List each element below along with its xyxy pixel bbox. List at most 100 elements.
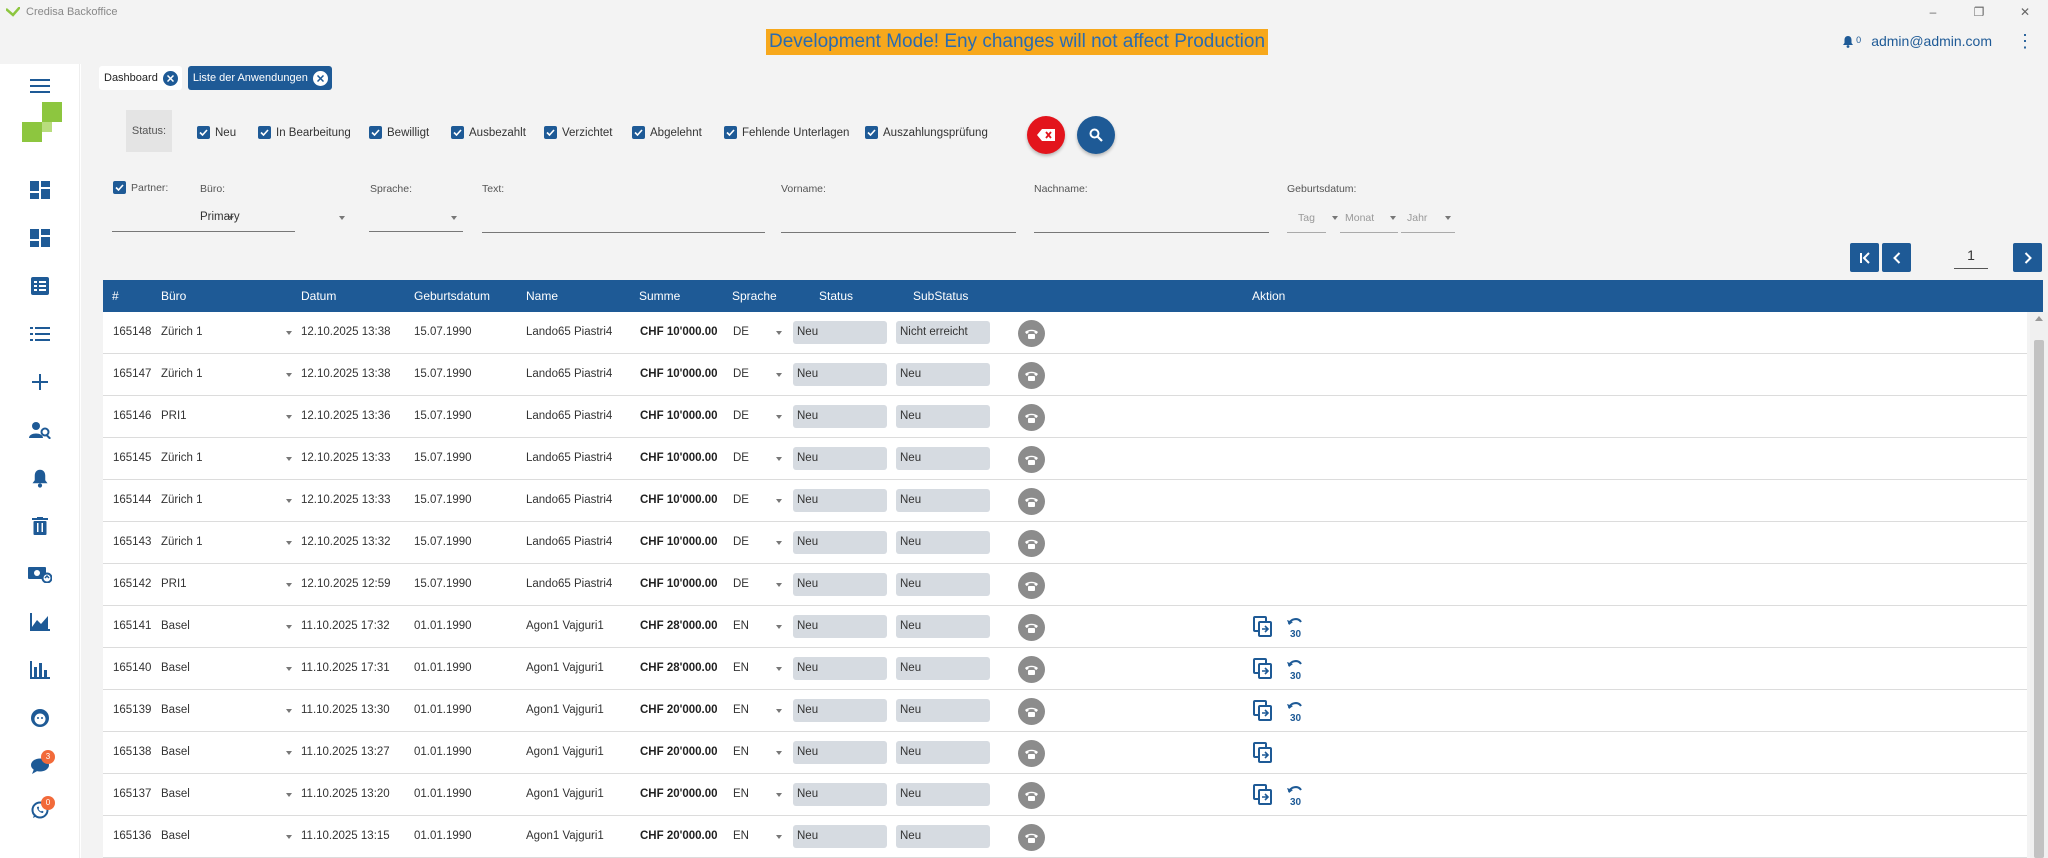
user-account-link[interactable]: admin@admin.com [1871,33,1992,49]
buero-dropdown-caret-icon[interactable] [339,216,345,220]
status-checkbox-auszahlungspruefung[interactable]: Auszahlungsprüfung [865,126,988,139]
status-select[interactable]: Neu [793,657,887,680]
restore-button[interactable]: ❐ [1956,0,2002,24]
buero-caret-icon[interactable] [286,625,292,629]
sidebar-item-notifications[interactable] [0,458,80,498]
status-checkbox-verzichtet[interactable]: Verzichtet [544,126,613,139]
sprache-caret-icon[interactable] [776,793,782,797]
status-select[interactable]: Neu [793,825,887,848]
call-button[interactable] [1018,320,1045,347]
table-row[interactable]: 165136 Basel 11.10.2025 13:15 01.01.1990… [103,816,2027,858]
sidebar-item-dashboard[interactable] [0,170,80,210]
table-scrollbar[interactable] [2030,312,2048,858]
table-row[interactable]: 165141 Basel 11.10.2025 17:32 01.01.1990… [103,606,2027,648]
call-button[interactable] [1018,446,1045,473]
sidebar-item-chat[interactable]: 3 [0,746,80,786]
status-select[interactable]: Neu [793,615,887,638]
buero-caret-icon[interactable] [286,793,292,797]
buero-caret-icon[interactable] [286,499,292,503]
column-header-summe[interactable]: Summe [639,289,680,303]
copy-document-icon[interactable] [1253,742,1273,764]
sidebar-item-trend[interactable] [0,602,80,642]
close-tab-icon[interactable] [312,70,328,86]
sprache-dropdown-caret-icon[interactable] [451,216,457,220]
call-button[interactable] [1018,740,1045,767]
call-button[interactable] [1018,404,1045,431]
status-checkbox-fehlende-unterlagen[interactable]: Fehlende Unterlagen [724,126,849,139]
replay-30-icon[interactable]: 30 [1285,700,1307,722]
table-row[interactable]: 165144 Zürich 1 12.10.2025 13:33 15.07.1… [103,480,2027,522]
substatus-select[interactable]: Neu [896,783,990,806]
column-header-buero[interactable]: Büro [161,289,186,303]
sidebar-item-list[interactable] [0,266,80,306]
substatus-select[interactable]: Neu [896,447,990,470]
sidebar-item-user-search[interactable] [0,410,80,450]
status-select[interactable]: Neu [793,447,887,470]
table-row[interactable]: 165138 Basel 11.10.2025 13:27 01.01.1990… [103,732,2027,774]
replay-30-icon[interactable]: 30 [1285,784,1307,806]
buero-caret-icon[interactable] [286,709,292,713]
call-button[interactable] [1018,488,1045,515]
table-row[interactable]: 165142 PRI1 12.10.2025 12:59 15.07.1990 … [103,564,2027,606]
substatus-select[interactable]: Neu [896,657,990,680]
copy-document-icon[interactable] [1253,784,1273,806]
sprache-select[interactable] [369,231,463,232]
close-window-button[interactable]: ✕ [2002,0,2048,24]
menu-toggle-button[interactable] [0,66,80,106]
scroll-up-arrow-icon[interactable] [2035,316,2043,321]
call-button[interactable] [1018,782,1045,809]
notifications-button[interactable]: 0 [1842,35,1861,48]
replay-30-icon[interactable]: 30 [1285,616,1307,638]
sidebar-item-applications[interactable] [0,314,80,354]
status-select[interactable]: Neu [793,489,887,512]
sprache-caret-icon[interactable] [776,541,782,545]
sprache-caret-icon[interactable] [776,751,782,755]
call-button[interactable] [1018,698,1045,725]
call-button[interactable] [1018,530,1045,557]
column-header-datum[interactable]: Datum [301,289,336,303]
close-tab-icon[interactable] [162,70,178,86]
sprache-caret-icon[interactable] [776,583,782,587]
buero-caret-icon[interactable] [286,457,292,461]
text-input[interactable] [482,232,765,233]
sprache-caret-icon[interactable] [776,625,782,629]
partner-select[interactable] [112,231,212,232]
substatus-select[interactable]: Neu [896,363,990,386]
buero-caret-icon[interactable] [286,835,292,839]
buero-caret-icon[interactable] [286,541,292,545]
status-checkbox-neu[interactable]: Neu [197,126,236,139]
status-select[interactable]: Neu [793,405,887,428]
substatus-select[interactable]: Nicht erreicht [896,321,990,344]
table-row[interactable]: 165148 Zürich 1 12.10.2025 13:38 15.07.1… [103,312,2027,354]
buero-caret-icon[interactable] [286,331,292,335]
first-page-button[interactable] [1850,243,1879,272]
column-header-geburtsdatum[interactable]: Geburtsdatum [414,289,490,303]
sidebar-item-add[interactable] [0,362,80,402]
buero-caret-icon[interactable] [286,373,292,377]
status-select[interactable]: Neu [793,741,887,764]
table-row[interactable]: 165143 Zürich 1 12.10.2025 13:32 15.07.1… [103,522,2027,564]
copy-document-icon[interactable] [1253,616,1273,638]
sidebar-item-payments[interactable] [0,554,80,594]
sidebar-item-statistics[interactable] [0,650,80,690]
status-select[interactable]: Neu [793,321,887,344]
sprache-caret-icon[interactable] [776,331,782,335]
status-select[interactable]: Neu [793,573,887,596]
substatus-select[interactable]: Neu [896,405,990,428]
call-button[interactable] [1018,362,1045,389]
status-checkbox-bewilligt[interactable]: Bewilligt [369,126,429,139]
copy-document-icon[interactable] [1253,658,1273,680]
partner-checkbox[interactable]: Partner: [113,181,168,194]
birth-month-select[interactable]: Monat [1345,212,1374,224]
substatus-select[interactable]: Neu [896,741,990,764]
sidebar-item-trash[interactable] [0,506,80,546]
call-button[interactable] [1018,656,1045,683]
buero-select-value[interactable]: Primary [200,211,240,223]
call-button[interactable] [1018,572,1045,599]
status-select[interactable]: Neu [793,531,887,554]
table-row[interactable]: 165145 Zürich 1 12.10.2025 13:33 15.07.1… [103,438,2027,480]
birth-year-select[interactable]: Jahr [1407,212,1427,224]
status-select[interactable]: Neu [793,783,887,806]
status-select[interactable]: Neu [793,699,887,722]
sprache-caret-icon[interactable] [776,667,782,671]
